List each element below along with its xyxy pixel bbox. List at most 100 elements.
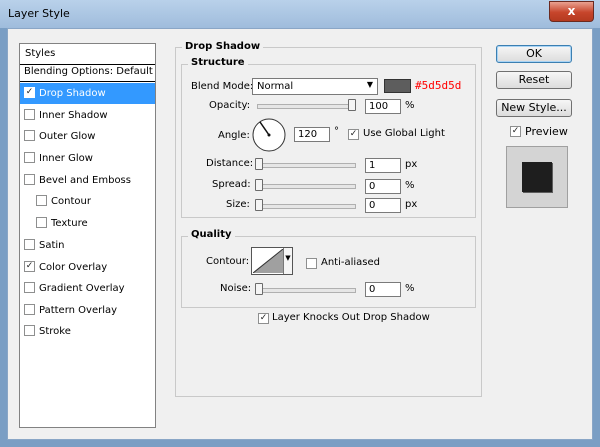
blend-mode-value: Normal	[257, 81, 294, 92]
preview-shape	[522, 162, 552, 192]
spread-input[interactable]: 0	[365, 179, 401, 194]
layer-style-window: Layer Style x Styles Blending Options: D…	[0, 0, 600, 447]
quality-title: Quality	[188, 229, 235, 240]
contour-label: Contour:	[206, 256, 250, 267]
reset-button[interactable]: Reset	[496, 71, 572, 89]
style-item-checkbox[interactable]	[24, 260, 35, 272]
style-item-inner-shadow[interactable]: Inner Shadow	[20, 105, 155, 126]
style-item-contour[interactable]: Contour	[20, 191, 155, 212]
styles-list: Styles Blending Options: DefaultDrop Sha…	[19, 43, 156, 428]
opacity-slider[interactable]	[257, 104, 356, 109]
noise-label: Noise:	[220, 283, 252, 294]
style-item-label: Satin	[39, 240, 65, 251]
style-item-checkbox[interactable]	[24, 108, 35, 120]
size-slider-thumb[interactable]	[255, 199, 263, 211]
quality-group	[181, 236, 476, 308]
size-label: Size:	[226, 199, 250, 210]
style-item-checkbox[interactable]	[24, 173, 35, 185]
style-item-label: Bevel and Emboss	[39, 175, 131, 186]
spread-unit: %	[405, 180, 415, 191]
style-item-texture[interactable]: Texture	[20, 213, 155, 234]
angle-label: Angle:	[218, 130, 250, 141]
opacity-slider-thumb[interactable]	[348, 99, 356, 111]
anti-aliased-checkbox[interactable]	[306, 258, 317, 269]
layer-knocks-out-checkbox[interactable]	[258, 313, 269, 324]
blend-mode-select[interactable]: Normal ▼	[252, 78, 378, 95]
style-item-color-overlay[interactable]: Color Overlay	[20, 257, 155, 278]
style-item-label: Inner Shadow	[39, 110, 108, 121]
distance-slider[interactable]	[257, 163, 356, 168]
style-item-blending-options-default[interactable]: Blending Options: Default	[20, 61, 155, 82]
style-item-checkbox[interactable]	[24, 238, 35, 250]
style-item-checkbox[interactable]	[24, 324, 35, 336]
style-item-checkbox[interactable]	[24, 151, 35, 163]
distance-label: Distance:	[206, 158, 254, 169]
use-global-light-label: Use Global Light	[363, 128, 445, 139]
layer-knocks-out-label: Layer Knocks Out Drop Shadow	[272, 312, 430, 323]
style-item-drop-shadow[interactable]: Drop Shadow	[20, 83, 155, 104]
style-item-inner-glow[interactable]: Inner Glow	[20, 148, 155, 169]
style-item-checkbox[interactable]	[24, 303, 35, 315]
style-item-label: Pattern Overlay	[39, 305, 118, 316]
chevron-down-icon: ▼	[366, 80, 373, 89]
style-item-label: Blending Options: Default	[24, 66, 153, 77]
angle-input[interactable]: 120	[294, 127, 330, 142]
size-slider[interactable]	[257, 204, 356, 209]
style-item-label: Texture	[51, 218, 88, 229]
window-title: Layer Style	[8, 7, 70, 20]
preview-thumbnail	[506, 146, 568, 208]
distance-slider-thumb[interactable]	[255, 158, 263, 170]
style-item-label: Gradient Overlay	[39, 283, 125, 294]
spread-label: Spread:	[212, 179, 251, 190]
angle-unit: °	[334, 126, 339, 137]
style-item-bevel-and-emboss[interactable]: Bevel and Emboss	[20, 170, 155, 191]
preview-label: Preview	[525, 125, 568, 138]
spread-slider-thumb[interactable]	[255, 179, 263, 191]
noise-input[interactable]: 0	[365, 282, 401, 297]
drop-shadow-title: Drop Shadow	[182, 41, 264, 52]
noise-slider-thumb[interactable]	[255, 283, 263, 295]
contour-linear-icon	[253, 249, 283, 273]
style-item-checkbox[interactable]	[24, 129, 35, 141]
contour-picker[interactable]: ▼	[251, 247, 293, 275]
style-item-outer-glow[interactable]: Outer Glow	[20, 126, 155, 147]
style-item-label: Stroke	[39, 326, 71, 337]
size-input[interactable]: 0	[365, 198, 401, 213]
contour-dropdown-icon[interactable]: ▼	[283, 248, 292, 274]
style-item-pattern-overlay[interactable]: Pattern Overlay	[20, 300, 155, 321]
title-bar[interactable]: Layer Style x	[0, 0, 600, 28]
noise-unit: %	[405, 283, 415, 294]
style-item-stroke[interactable]: Stroke	[20, 321, 155, 342]
style-item-checkbox[interactable]	[24, 86, 35, 98]
dialog-body: Styles Blending Options: DefaultDrop Sha…	[7, 28, 593, 440]
spread-slider[interactable]	[257, 184, 356, 189]
distance-input[interactable]: 1	[365, 158, 401, 173]
noise-slider[interactable]	[257, 288, 356, 293]
style-item-checkbox[interactable]	[36, 216, 47, 228]
anti-aliased-label: Anti-aliased	[321, 257, 381, 268]
structure-title: Structure	[188, 57, 248, 68]
opacity-input[interactable]: 100	[365, 99, 401, 114]
style-item-label: Drop Shadow	[39, 88, 106, 99]
blend-mode-label: Blend Mode:	[191, 81, 254, 92]
style-item-label: Color Overlay	[39, 262, 108, 273]
preview-checkbox[interactable]	[510, 126, 521, 137]
close-button[interactable]: x	[549, 1, 594, 22]
style-item-label: Contour	[51, 196, 91, 207]
style-item-label: Outer Glow	[39, 131, 96, 142]
style-item-gradient-overlay[interactable]: Gradient Overlay	[20, 278, 155, 299]
opacity-unit: %	[405, 100, 415, 111]
ok-button[interactable]: OK	[496, 45, 572, 63]
new-style-button[interactable]: New Style...	[496, 99, 572, 117]
opacity-label: Opacity:	[209, 100, 251, 111]
size-unit: px	[405, 199, 418, 210]
shadow-color-hex: #5d5d5d	[415, 79, 462, 92]
style-item-checkbox[interactable]	[24, 281, 35, 293]
distance-unit: px	[405, 159, 418, 170]
shadow-color-swatch[interactable]	[384, 79, 411, 93]
style-item-checkbox[interactable]	[36, 194, 47, 206]
style-item-satin[interactable]: Satin	[20, 235, 155, 256]
use-global-light-checkbox[interactable]	[348, 129, 359, 140]
angle-dial[interactable]	[251, 117, 287, 153]
style-item-label: Inner Glow	[39, 153, 93, 164]
